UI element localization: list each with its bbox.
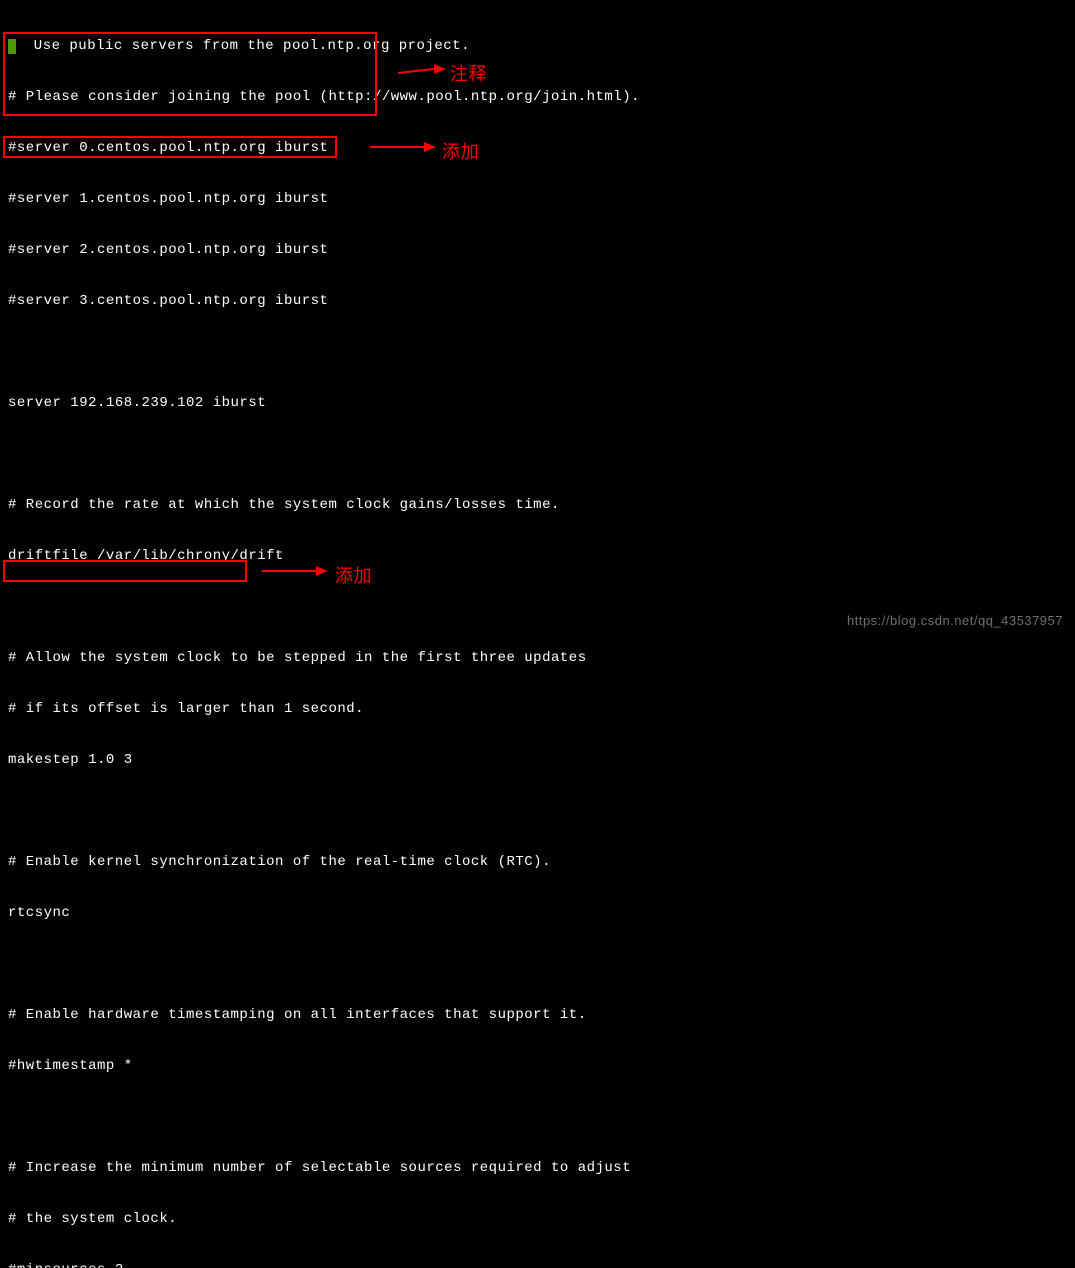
terminal-line: Use public servers from the pool.ntp.org… <box>8 38 1067 55</box>
terminal-line: # if its offset is larger than 1 second. <box>8 701 1067 718</box>
annotation-add-2: 添加 <box>335 562 372 588</box>
annotation-add-1: 添加 <box>442 138 479 164</box>
line-text: Use public servers from the pool.ntp.org… <box>16 38 470 54</box>
terminal-line <box>8 1109 1067 1126</box>
cursor-block <box>8 39 16 54</box>
terminal-line: #server 2.centos.pool.ntp.org iburst <box>8 242 1067 259</box>
terminal-line: # Enable hardware timestamping on all in… <box>8 1007 1067 1024</box>
watermark: https://blog.csdn.net/qq_43537957 <box>847 613 1063 628</box>
terminal-line: server 192.168.239.102 iburst <box>8 395 1067 412</box>
terminal-line: #minsources 2 <box>8 1262 1067 1268</box>
terminal-line: #hwtimestamp * <box>8 1058 1067 1075</box>
terminal-line <box>8 956 1067 973</box>
terminal-line: #server 0.centos.pool.ntp.org iburst <box>8 140 1067 157</box>
terminal-line: # the system clock. <box>8 1211 1067 1228</box>
terminal-line: rtcsync <box>8 905 1067 922</box>
terminal-line: # Enable kernel synchronization of the r… <box>8 854 1067 871</box>
annotation-comment: 注释 <box>450 60 487 86</box>
terminal-line: driftfile /var/lib/chrony/drift <box>8 548 1067 565</box>
terminal-line: # Record the rate at which the system cl… <box>8 497 1067 514</box>
terminal-line: # Please consider joining the pool (http… <box>8 89 1067 106</box>
terminal-line <box>8 344 1067 361</box>
terminal-line: # Allow the system clock to be stepped i… <box>8 650 1067 667</box>
terminal-line: makestep 1.0 3 <box>8 752 1067 769</box>
terminal-line <box>8 446 1067 463</box>
terminal-line <box>8 803 1067 820</box>
terminal-output[interactable]: Use public servers from the pool.ntp.org… <box>0 0 1075 1268</box>
terminal-line: #server 1.centos.pool.ntp.org iburst <box>8 191 1067 208</box>
terminal-line: #server 3.centos.pool.ntp.org iburst <box>8 293 1067 310</box>
terminal-line: # Increase the minimum number of selecta… <box>8 1160 1067 1177</box>
